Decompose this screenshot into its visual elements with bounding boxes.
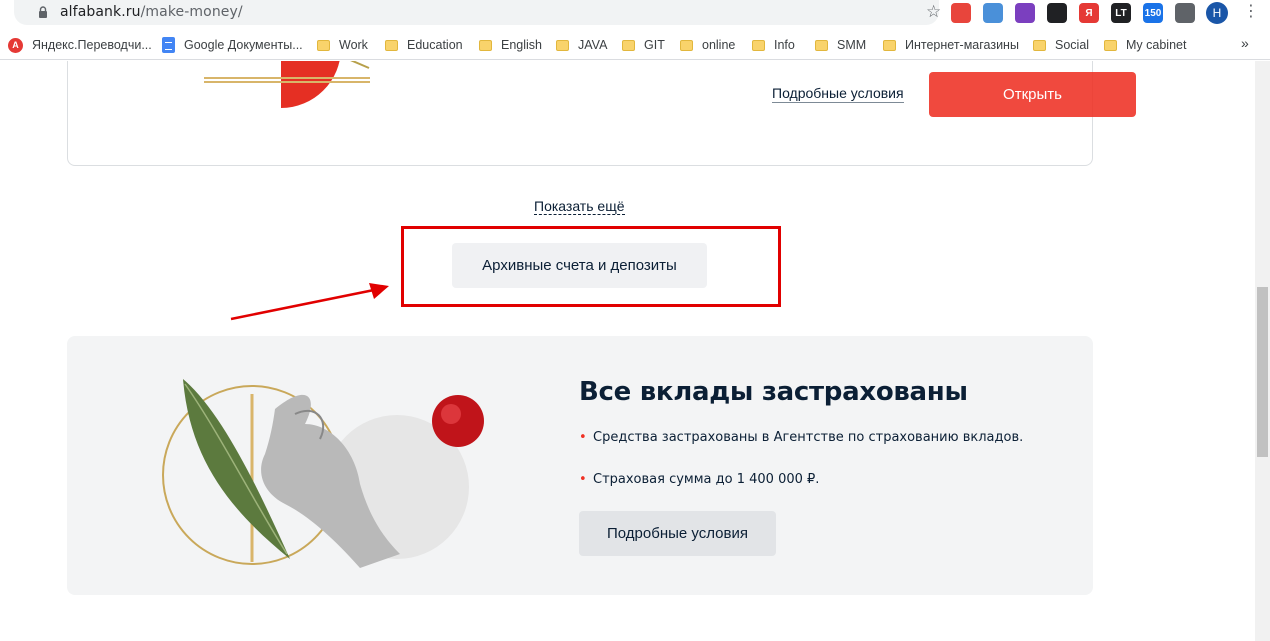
- folder-icon: [1033, 39, 1046, 51]
- cloud-extension-icon[interactable]: [983, 3, 1003, 23]
- url-text: alfabank.ru/make-money/: [60, 4, 243, 20]
- scrollbar-thumb[interactable]: [1257, 287, 1268, 457]
- bookmark-star-icon[interactable]: ☆: [926, 3, 941, 21]
- folder-icon: [622, 39, 635, 51]
- url-host: alfabank.ru: [60, 4, 141, 20]
- bookmark-label: SMM: [837, 38, 867, 52]
- bookmark-8[interactable]: online: [680, 36, 735, 54]
- yandex-extension-icon[interactable]: Я: [1079, 3, 1099, 23]
- bookmark-label: English: [501, 38, 542, 52]
- deposit-details-link[interactable]: Подробные условия: [772, 85, 904, 103]
- bookmark-13[interactable]: My cabinet: [1104, 36, 1186, 54]
- bookmark-label: Education: [407, 38, 463, 52]
- bookmark-label: My cabinet: [1126, 38, 1187, 52]
- bookmark-label: online: [702, 38, 736, 52]
- url-path: /make-money/: [140, 4, 243, 20]
- address-bar[interactable]: alfabank.ru/make-money/ ☆: [14, 0, 941, 25]
- open-deposit-button[interactable]: Открыть: [929, 72, 1136, 117]
- google-docs-icon: [162, 37, 175, 53]
- insurance-card: Все вклады застрахованы Средства застрах…: [67, 336, 1093, 595]
- lock-icon: [39, 6, 47, 18]
- deposit-card: Подробные условия Открыть: [67, 61, 1136, 166]
- show-more-link[interactable]: Показать ещё: [534, 198, 625, 215]
- bookmark-label: Яндекс.Переводчи...: [32, 38, 152, 52]
- folder-icon: [752, 39, 765, 51]
- extension-1-icon[interactable]: [951, 3, 971, 23]
- lt-extension-icon[interactable]: LT: [1111, 3, 1131, 23]
- feather-extension-icon[interactable]: [1015, 3, 1035, 23]
- puzzle-icon[interactable]: [1175, 3, 1195, 23]
- bookmark-1[interactable]: A Яндекс.Переводчи...: [8, 36, 152, 54]
- list-item: Страховая сумма до 1 400 000 ₽.: [579, 472, 1023, 488]
- bookmark-11[interactable]: Интернет-магазины: [883, 36, 1019, 54]
- bookmark-12[interactable]: Social: [1033, 36, 1089, 54]
- insurance-list: Средства застрахованы в Агентстве по стр…: [579, 430, 1023, 514]
- highlight-frame: [401, 226, 781, 307]
- annotation-arrow-icon: [230, 283, 389, 321]
- deposit-illustration: [204, 61, 370, 108]
- bookmark-9[interactable]: Info: [752, 36, 795, 54]
- bookmark-3[interactable]: Work: [317, 36, 368, 54]
- bookmark-label: Work: [339, 38, 368, 52]
- counter-extension-icon[interactable]: 150: [1143, 3, 1163, 23]
- bookmark-10[interactable]: SMM: [815, 36, 866, 54]
- folder-icon: [317, 39, 330, 51]
- page-content: Подробные условия Открыть Показать ещё А…: [0, 61, 1255, 641]
- bookmark-label: Info: [774, 38, 795, 52]
- insurance-title: Все вклады застрахованы: [579, 377, 968, 407]
- bookmark-label: Google Документы...: [184, 38, 303, 52]
- folder-icon: [479, 39, 492, 51]
- folder-icon: [1104, 39, 1117, 51]
- bookmark-6[interactable]: JAVA: [556, 36, 607, 54]
- bookmark-label: JAVA: [578, 38, 608, 52]
- folder-icon: [385, 39, 398, 51]
- folder-icon: [556, 39, 569, 51]
- browser-toolbar: alfabank.ru/make-money/ ☆ Я LT 150 Н ⋮: [0, 0, 1270, 30]
- extension-4-icon[interactable]: [1047, 3, 1067, 23]
- bookmarks-bar: A Яндекс.Переводчи... Google Документы... W…: [0, 30, 1270, 60]
- insurance-details-button[interactable]: Подробные условия: [579, 511, 776, 556]
- bookmark-7[interactable]: GIT: [622, 36, 665, 54]
- bookmark-5[interactable]: English: [479, 36, 542, 54]
- bookmark-label: Social: [1055, 38, 1090, 52]
- browser-menu-icon[interactable]: ⋮: [1243, 2, 1259, 22]
- more-bookmarks-icon[interactable]: »: [1241, 35, 1249, 51]
- profile-avatar[interactable]: Н: [1206, 2, 1228, 24]
- bookmark-label: GIT: [644, 38, 665, 52]
- bookmark-label: Интернет-магазины: [905, 38, 1019, 52]
- folder-icon: [883, 39, 896, 51]
- list-item: Средства застрахованы в Агентстве по стр…: [579, 430, 1023, 446]
- folder-icon: [815, 39, 828, 51]
- hand-leaf-illustration: [162, 379, 484, 568]
- bookmark-2[interactable]: Google Документы...: [162, 36, 303, 54]
- folder-icon: [680, 39, 693, 51]
- bookmark-4[interactable]: Education: [385, 36, 463, 54]
- yandex-translate-icon: A: [8, 37, 23, 53]
